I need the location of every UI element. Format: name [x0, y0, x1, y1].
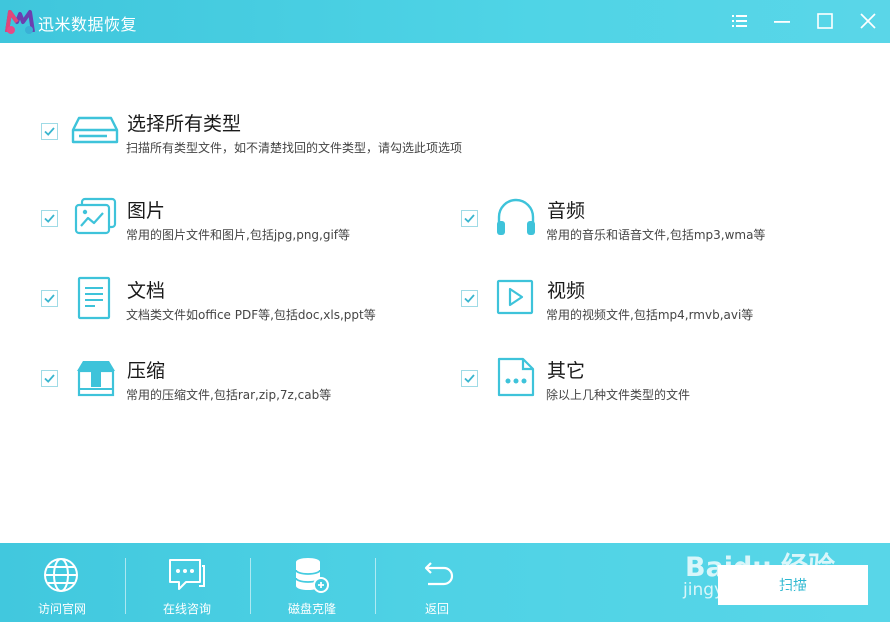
option-other[interactable]: 其它 除以上几种文件类型的文件	[461, 355, 841, 405]
option-images[interactable]: 图片 常用的图片文件和图片,包括jpg,png,gif等	[41, 195, 421, 245]
close-button[interactable]	[857, 10, 879, 32]
option-all-types[interactable]: 选择所有类型 扫描所有类型文件，如不清楚找回的文件类型，请勾选此项选项	[41, 108, 541, 158]
back-arrow-icon	[424, 562, 454, 586]
audio-description: 常用的音乐和语音文件,包括mp3,wma等	[546, 228, 766, 242]
option-documents[interactable]: 文档 文档类文件如office PDF等,包括doc,xls,ppt等	[41, 275, 421, 325]
maximize-icon	[817, 13, 833, 29]
file-type-panel: 选择所有类型 扫描所有类型文件，如不清楚找回的文件类型，请勾选此项选项 图片 常…	[0, 43, 890, 543]
check-icon	[44, 374, 55, 383]
images-description: 常用的图片文件和图片,包括jpg,png,gif等	[126, 228, 351, 242]
globe-icon	[44, 558, 78, 592]
check-icon	[464, 374, 475, 383]
images-checkbox[interactable]	[41, 210, 58, 227]
document-icon	[77, 276, 111, 320]
online-consult-label: 在线咨询	[162, 602, 211, 616]
audio-title: 音频	[547, 200, 586, 222]
disk-clone-label: 磁盘克隆	[287, 602, 336, 616]
app-title: 迅米数据恢复	[38, 15, 138, 34]
option-archives[interactable]: 压缩 常用的压缩文件,包括rar,zip,7z,cab等	[41, 355, 421, 405]
all-types-checkbox[interactable]	[41, 123, 58, 140]
other-description: 除以上几种文件类型的文件	[546, 388, 691, 402]
disk-clone-button[interactable]: 磁盘克隆	[250, 543, 374, 622]
documents-checkbox[interactable]	[41, 290, 58, 307]
video-title: 视频	[547, 280, 586, 302]
maximize-button[interactable]	[814, 10, 836, 32]
image-icon	[74, 197, 117, 235]
app-logo-icon	[5, 10, 35, 34]
online-consult-button[interactable]: 在线咨询	[125, 543, 249, 622]
minimize-button[interactable]	[771, 10, 793, 32]
check-icon	[464, 214, 475, 223]
documents-description: 文档类文件如office PDF等,包括doc,xls,ppt等	[126, 308, 376, 322]
minimize-icon	[774, 21, 790, 23]
option-audio[interactable]: 音频 常用的音乐和语音文件,包括mp3,wma等	[461, 195, 841, 245]
archives-title: 压缩	[127, 360, 166, 382]
headphones-icon	[497, 198, 535, 235]
images-title: 图片	[127, 200, 166, 222]
check-icon	[464, 294, 475, 303]
documents-title: 文档	[127, 280, 166, 302]
other-file-icon	[497, 357, 535, 397]
other-title: 其它	[547, 360, 586, 382]
option-video[interactable]: 视频 常用的视频文件,包括mp4,rmvb,avi等	[461, 275, 841, 325]
check-icon	[44, 214, 55, 223]
other-checkbox[interactable]	[461, 370, 478, 387]
check-icon	[44, 294, 55, 303]
menu-button[interactable]	[728, 10, 750, 32]
video-play-icon	[496, 279, 534, 315]
scan-button[interactable]: 扫描	[718, 565, 868, 605]
title-bar: 迅米数据恢复	[0, 0, 890, 43]
back-label: 返回	[424, 602, 449, 616]
archives-description: 常用的压缩文件,包括rar,zip,7z,cab等	[126, 388, 332, 402]
all-types-title: 选择所有类型	[127, 113, 242, 135]
video-checkbox[interactable]	[461, 290, 478, 307]
visit-website-label: 访问官网	[37, 602, 86, 616]
archive-box-icon	[77, 361, 115, 397]
drive-icon	[71, 116, 119, 144]
video-description: 常用的视频文件,包括mp4,rmvb,avi等	[546, 308, 754, 322]
chat-bubble-icon	[169, 559, 205, 590]
back-button[interactable]: 返回	[375, 543, 499, 622]
menu-icon	[732, 15, 747, 27]
visit-website-button[interactable]: 访问官网	[0, 543, 124, 622]
database-clone-icon	[295, 558, 329, 593]
audio-checkbox[interactable]	[461, 210, 478, 227]
all-types-description: 扫描所有类型文件，如不清楚找回的文件类型，请勾选此项选项	[126, 141, 463, 155]
archives-checkbox[interactable]	[41, 370, 58, 387]
close-icon	[860, 13, 876, 29]
check-icon	[44, 127, 55, 136]
